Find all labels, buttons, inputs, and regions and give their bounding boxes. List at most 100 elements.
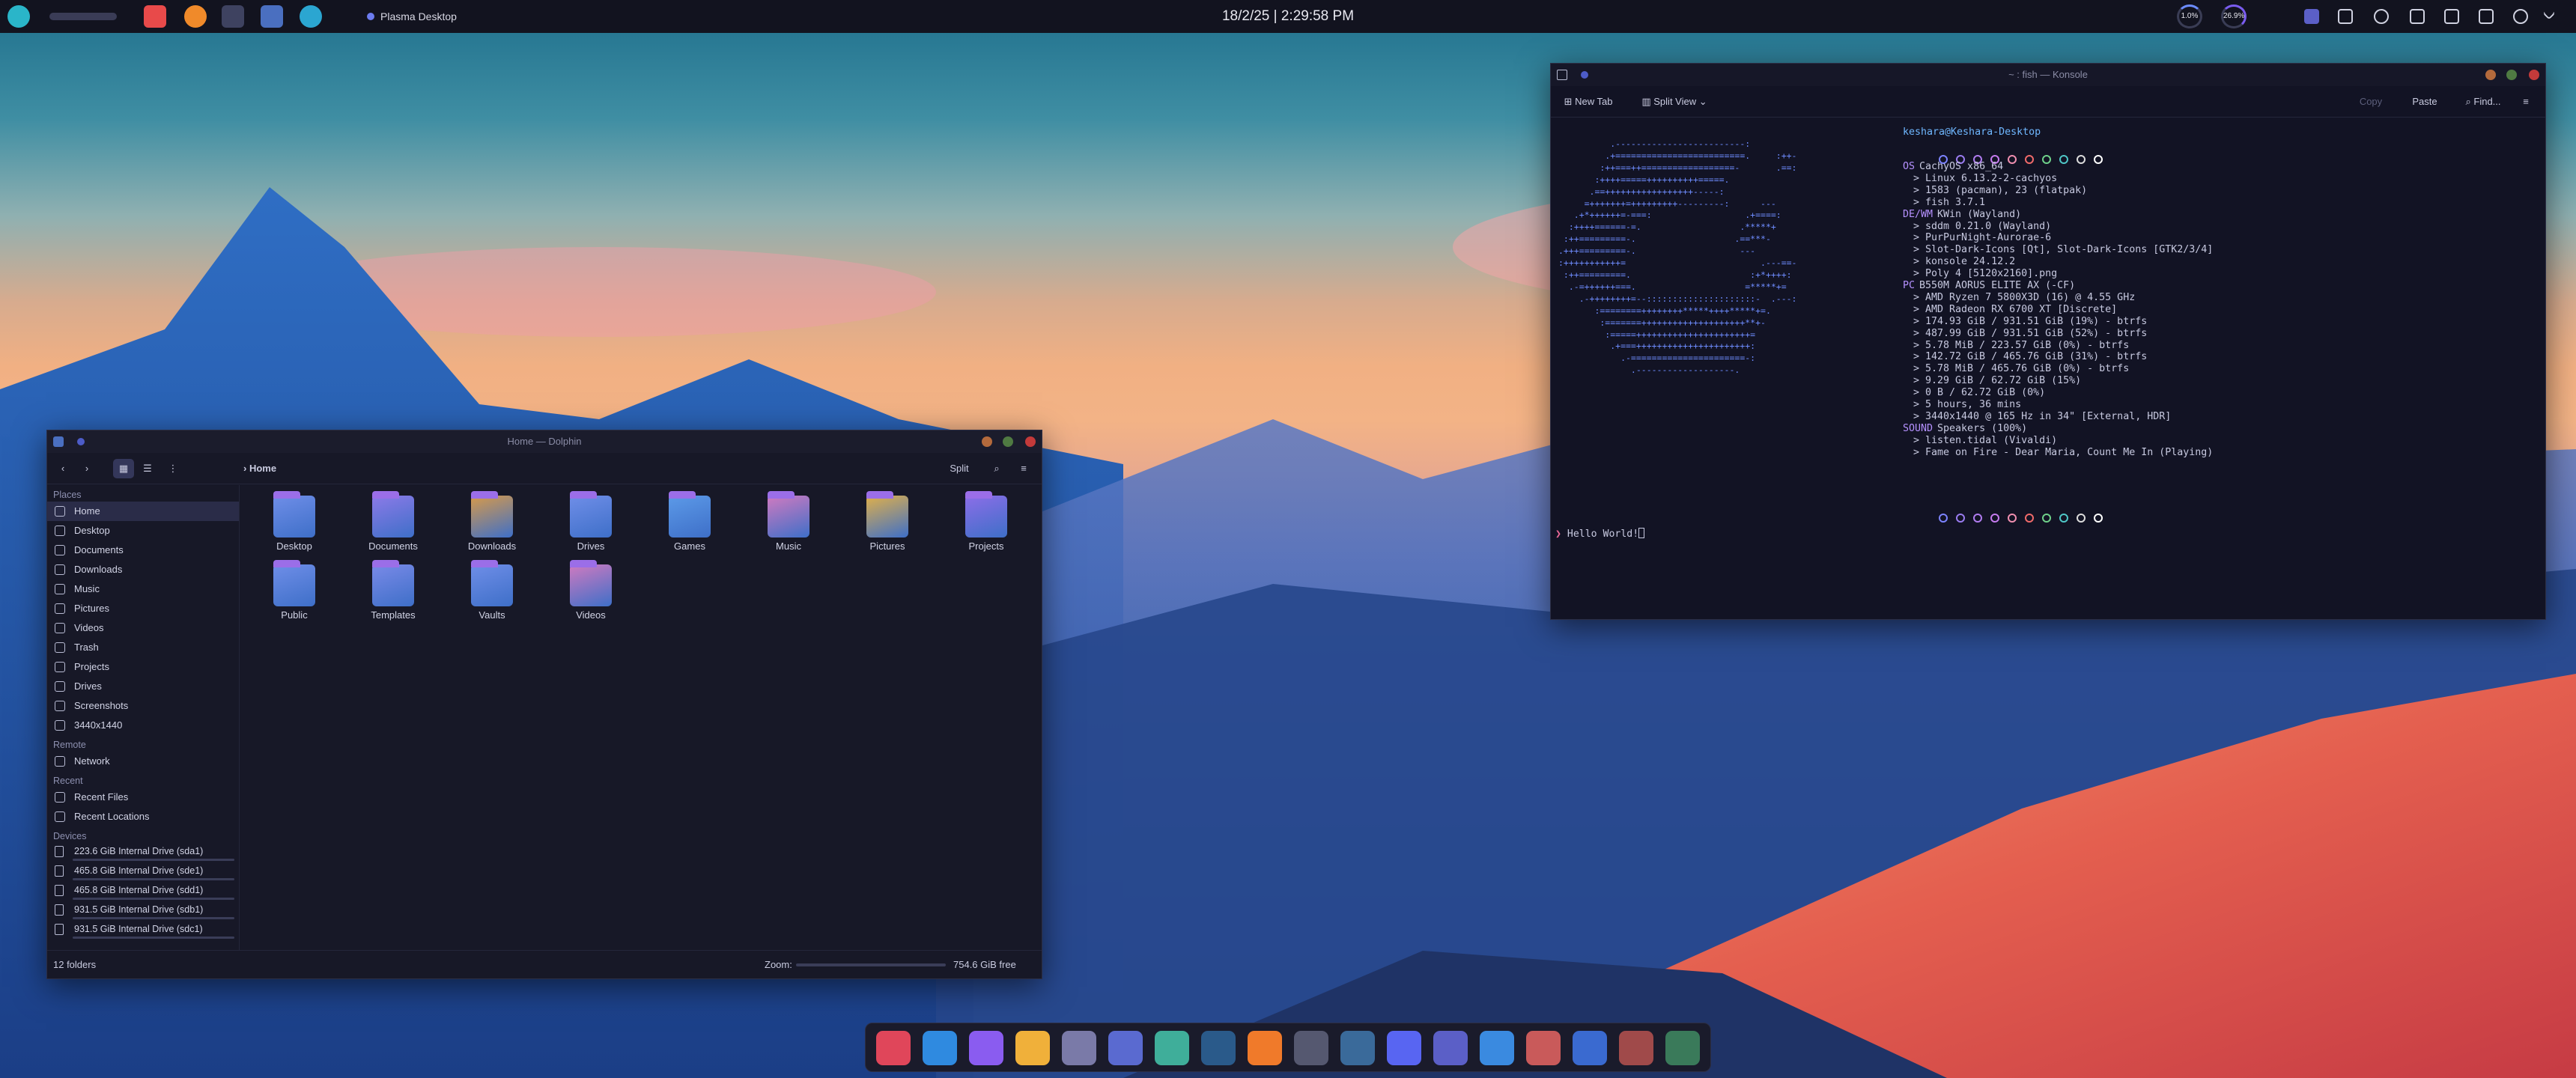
maximize-button[interactable]	[1003, 436, 1013, 447]
dosbox-icon[interactable]	[1294, 1031, 1328, 1065]
folder-documents[interactable]: Documents	[348, 491, 438, 552]
virtual-desktop-pager[interactable]	[49, 13, 117, 20]
vivaldi-icon[interactable]	[144, 5, 166, 28]
breadcrumb-home[interactable]: Home	[249, 463, 276, 474]
folder-videos[interactable]: Videos	[546, 560, 636, 621]
place-downloads[interactable]: Downloads	[47, 560, 239, 579]
hamburger-menu-icon[interactable]: ≡	[1013, 459, 1034, 478]
dolphin-icon[interactable]	[261, 5, 283, 28]
task-window-title[interactable]: Plasma Desktop	[364, 0, 457, 33]
free-space[interactable]: 754.6 GiB free	[953, 959, 1016, 970]
place-documents[interactable]: Documents	[47, 540, 239, 560]
cpu-gauge[interactable]: 1.0%	[2177, 4, 2202, 28]
place-videos[interactable]: Videos	[47, 618, 239, 638]
place-music[interactable]: Music	[47, 579, 239, 599]
terminal-icon[interactable]	[222, 5, 244, 28]
steam-icon[interactable]	[1201, 1031, 1236, 1065]
place-pictures[interactable]: Pictures	[47, 599, 239, 618]
waves-icon[interactable]	[1526, 1031, 1561, 1065]
folder-vaults[interactable]: Vaults	[447, 560, 537, 621]
monitor-icon[interactable]	[1665, 1031, 1700, 1065]
details-view-button[interactable]: ⋮	[162, 459, 183, 478]
prompt[interactable]: ❯ Hello World!	[1555, 528, 1645, 540]
device-931-5-gib-internal-drive-sdc1-[interactable]: 931.5 GiB Internal Drive (sdc1)	[47, 921, 239, 940]
window-menu-icon[interactable]	[53, 436, 64, 447]
obs-icon[interactable]	[876, 1031, 911, 1065]
search-icon[interactable]: ⌕	[986, 459, 1007, 478]
app-launcher-icon[interactable]	[7, 5, 30, 28]
folder-templates[interactable]: Templates	[348, 560, 438, 621]
place-screenshots[interactable]: Screenshots	[47, 696, 239, 716]
place-3440x1440[interactable]: 3440x1440	[47, 716, 239, 735]
place-desktop[interactable]: Desktop	[47, 521, 239, 540]
recent-recent-locations[interactable]: Recent Locations	[47, 807, 239, 826]
layers-icon[interactable]	[1015, 1031, 1050, 1065]
device-465-8-gib-internal-drive-sdd1-[interactable]: 465.8 GiB Internal Drive (sdd1)	[47, 882, 239, 901]
folder-pictures[interactable]: Pictures	[842, 491, 932, 552]
pin-icon[interactable]	[1581, 71, 1588, 79]
ram-icon[interactable]	[1619, 1031, 1653, 1065]
split-view-button[interactable]: ▥ Split View ⌄	[1633, 92, 1716, 112]
teams-tray-icon[interactable]	[2304, 9, 2319, 24]
terminal-output[interactable]: .-------------------------: .+==========…	[1551, 118, 2545, 619]
device-931-5-gib-internal-drive-sdb1-[interactable]: 931.5 GiB Internal Drive (sdb1)	[47, 901, 239, 921]
terminal-icon[interactable]	[1557, 70, 1567, 80]
zoom-slider[interactable]	[796, 963, 946, 966]
dolphin-titlebar[interactable]: Home — Dolphin	[47, 430, 1042, 453]
folder-drives[interactable]: Drives	[546, 491, 636, 552]
recent-recent-files[interactable]: Recent Files	[47, 788, 239, 807]
mountain-icon[interactable]	[1340, 1031, 1375, 1065]
folder-public[interactable]: Public	[249, 560, 339, 621]
download-icon[interactable]	[1573, 1031, 1607, 1065]
paste-button[interactable]: Paste	[2401, 92, 2449, 112]
maximize-button[interactable]	[2506, 70, 2517, 80]
copy-button[interactable]: Copy	[2348, 92, 2393, 112]
discord-icon[interactable]	[1387, 1031, 1421, 1065]
emulator-icon[interactable]	[1155, 1031, 1189, 1065]
clock[interactable]: 18/2/25 | 2:29:58 PM	[1153, 0, 1423, 33]
find-button[interactable]: ⌕ Find...	[2457, 92, 2509, 112]
remote-network[interactable]: Network	[47, 752, 239, 771]
obsidian-icon[interactable]	[969, 1031, 1003, 1065]
compact-view-button[interactable]: ☰	[137, 459, 158, 478]
firefox-icon[interactable]	[1248, 1031, 1282, 1065]
place-home[interactable]: Home	[47, 502, 239, 521]
place-trash[interactable]: Trash	[47, 638, 239, 657]
minimize-button[interactable]	[2485, 70, 2496, 80]
volume-icon[interactable]	[2444, 9, 2459, 24]
dev-icon[interactable]	[1108, 1031, 1143, 1065]
split-button[interactable]: Split	[937, 459, 982, 478]
close-button[interactable]	[1025, 436, 1036, 447]
firefox-icon[interactable]	[184, 5, 207, 28]
device-223-6-gib-internal-drive-sda1-[interactable]: 223.6 GiB Internal Drive (sda1)	[47, 843, 239, 862]
konsole-titlebar[interactable]: ~ : fish — Konsole	[1551, 64, 2545, 86]
clipboard-icon[interactable]	[2338, 9, 2353, 24]
minimize-button[interactable]	[982, 436, 992, 447]
power-icon[interactable]	[2513, 9, 2528, 24]
place-drives[interactable]: Drives	[47, 677, 239, 696]
folder-projects[interactable]: Projects	[941, 491, 1031, 552]
folder-games[interactable]: Games	[645, 491, 735, 552]
media-play-icon[interactable]	[2374, 9, 2389, 24]
game-icon[interactable]	[1062, 1031, 1096, 1065]
folder-music[interactable]: Music	[744, 491, 833, 552]
vscode-icon[interactable]	[923, 1031, 957, 1065]
pin-icon[interactable]	[77, 438, 85, 445]
kde-connect-icon[interactable]	[300, 5, 322, 28]
back-button[interactable]: ‹	[53, 459, 73, 478]
zoom-icon[interactable]	[1480, 1031, 1514, 1065]
display-icon[interactable]	[2479, 9, 2494, 24]
new-tab-button[interactable]: ⊞ New Tab	[1558, 92, 1618, 112]
place-projects[interactable]: Projects	[47, 657, 239, 677]
close-button[interactable]	[2529, 70, 2539, 80]
chevron-down-icon[interactable]	[2542, 7, 2556, 20]
hamburger-menu-icon[interactable]: ≡	[2515, 92, 2536, 112]
icons-view-button[interactable]: ▦	[113, 459, 134, 478]
device-465-8-gib-internal-drive-sde1-[interactable]: 465.8 GiB Internal Drive (sde1)	[47, 862, 239, 882]
notifications-icon[interactable]	[2410, 9, 2425, 24]
teams-icon[interactable]	[1433, 1031, 1468, 1065]
forward-button[interactable]: ›	[77, 459, 97, 478]
folder-desktop[interactable]: Desktop	[249, 491, 339, 552]
folder-downloads[interactable]: Downloads	[447, 491, 537, 552]
breadcrumb[interactable]: › Home	[243, 459, 303, 478]
